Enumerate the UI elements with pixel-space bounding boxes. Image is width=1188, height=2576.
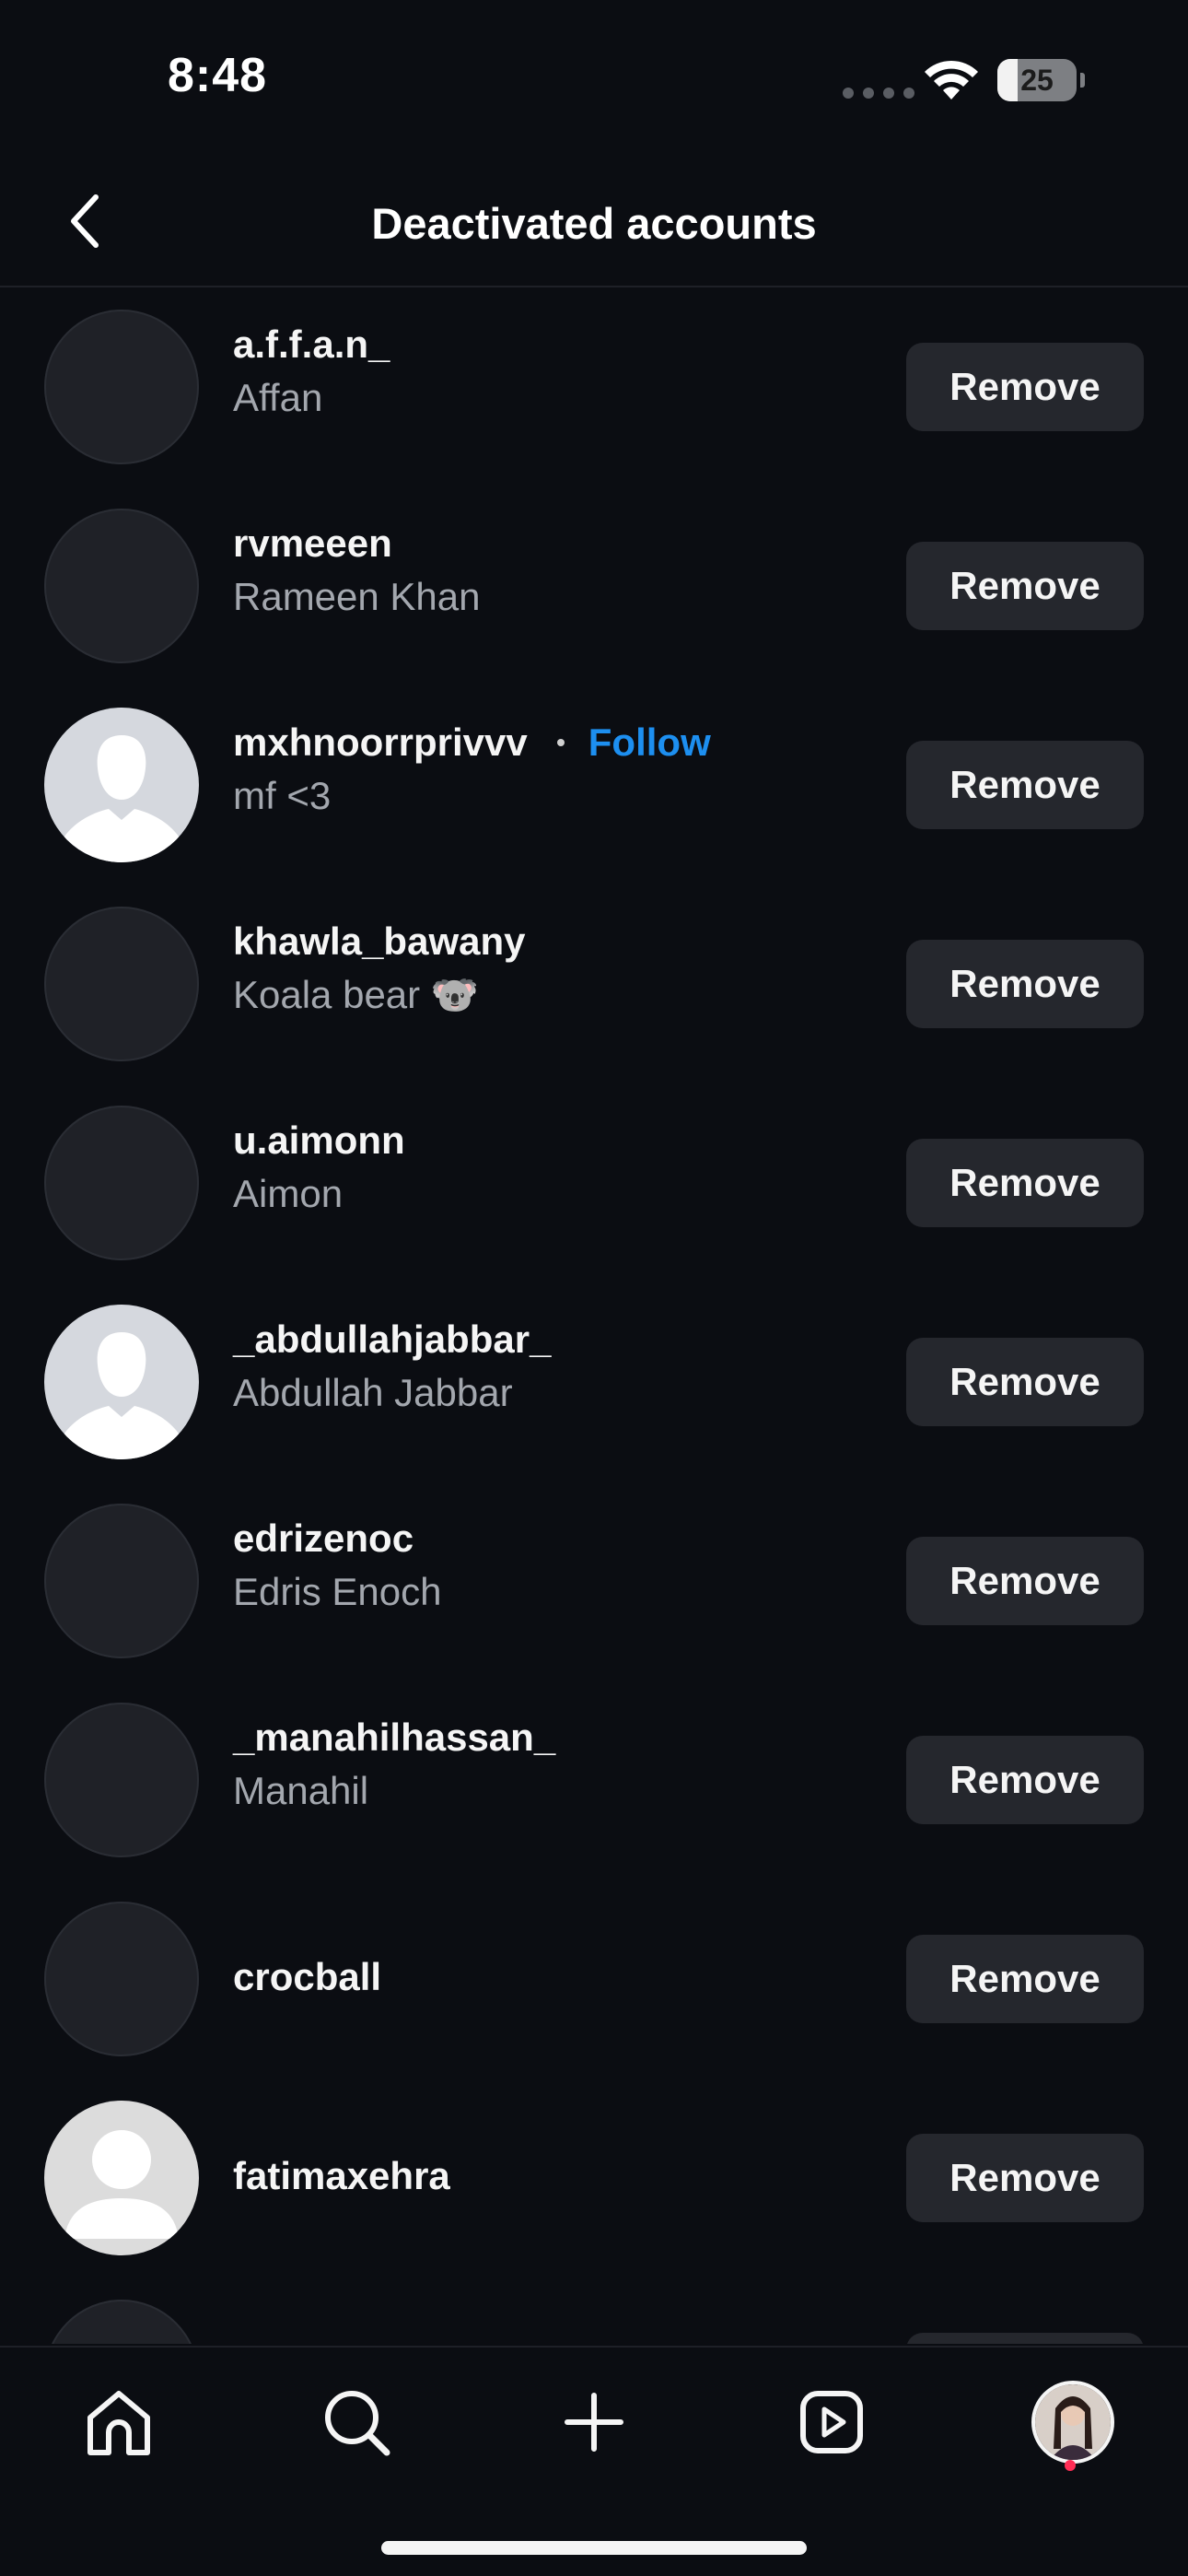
account-avatar[interactable]	[44, 907, 199, 1061]
account-row: _abdullahjabbar_ Abdullah Jabbar Remove	[0, 1282, 1188, 1481]
account-avatar[interactable]	[44, 708, 199, 862]
username-line: u.aimonn	[233, 1118, 405, 1163]
account-avatar[interactable]	[44, 2101, 199, 2255]
account-row: fatimaxehra Remove	[0, 2078, 1188, 2277]
account-fullname: Rameen Khan	[233, 575, 481, 618]
account-username[interactable]: edrizenoc	[233, 1516, 413, 1561]
account-avatar[interactable]	[44, 1305, 199, 1459]
create-icon	[565, 2393, 623, 2452]
account-fullname: Edris Enoch	[233, 1570, 442, 1613]
nav-profile-avatar[interactable]	[1031, 2381, 1114, 2464]
deactivated-accounts-list: a.f.f.a.n_ Affan Remove rvmeeen Rameen Khan R…	[0, 287, 1188, 2344]
account-info: rvmeeen Rameen Khan	[233, 486, 878, 685]
username-line: _manahilhassan_	[233, 1715, 555, 1760]
remove-button[interactable]: Remove	[906, 1537, 1144, 1625]
account-row: khawla_bawany Koala bear 🐨 Remove	[0, 884, 1188, 1083]
account-avatar[interactable]	[44, 1106, 199, 1260]
screen: 8:48 25 Deactivated accounts a.f.f.a.n_ A…	[0, 0, 1188, 2576]
account-fullname: Affan	[233, 376, 323, 419]
account-row: rvmeeen Rameen Khan Remove	[0, 486, 1188, 685]
nav-search-button[interactable]	[315, 2381, 398, 2464]
remove-button[interactable]: Remove	[906, 2134, 1144, 2222]
home-icon	[87, 2391, 150, 2455]
status-bar: 8:48 25	[0, 0, 1188, 157]
remove-button[interactable]: Remove	[906, 1338, 1144, 1426]
username-line: fatimaxehra	[233, 2154, 450, 2198]
account-fullname: Manahil	[233, 1769, 369, 1812]
remove-button[interactable]: Remove	[906, 1139, 1144, 1227]
account-info: _abdullahjabbar_ Abdullah Jabbar	[233, 1282, 878, 1481]
remove-button[interactable]: Remove	[906, 542, 1144, 630]
account-info: a.f.f.a.n_ Affan	[233, 287, 878, 486]
username-line: a.f.f.a.n_	[233, 322, 390, 367]
account-username[interactable]: _manahilhassan_	[233, 1715, 555, 1760]
follow-link[interactable]: Follow	[588, 720, 711, 765]
profile-avatar-icon	[1035, 2384, 1111, 2460]
remove-button[interactable]: Remove	[906, 741, 1144, 829]
account-info: crocball	[233, 1879, 878, 2078]
username-line: mxhnoorrprivvv Follow	[233, 720, 711, 765]
account-row: _manahilhassan_ Manahil Remove	[0, 1680, 1188, 1879]
account-username[interactable]: fatimaxehra	[233, 2154, 450, 2198]
cellular-signal-icon	[843, 88, 914, 99]
account-avatar[interactable]	[44, 1902, 199, 2056]
account-info: edrizenoc Edris Enoch	[233, 1481, 878, 1680]
account-row: fatm.esa Remove	[0, 2277, 1188, 2344]
account-row: mxhnoorrprivvv Follow mf <3 Remove	[0, 685, 1188, 884]
account-row: u.aimonn Aimon Remove	[0, 1083, 1188, 1282]
remove-button[interactable]: Remove	[906, 343, 1144, 431]
account-info: _manahilhassan_ Manahil	[233, 1680, 878, 1879]
account-username[interactable]: a.f.f.a.n_	[233, 322, 390, 367]
reels-icon	[800, 2391, 863, 2453]
username-line: khawla_bawany	[233, 919, 525, 964]
username-line: crocball	[233, 1955, 381, 1999]
account-info: u.aimonn Aimon	[233, 1083, 878, 1282]
battery-percent: 25	[1020, 64, 1054, 97]
remove-button[interactable]: Remove	[906, 1736, 1144, 1824]
account-username[interactable]: crocball	[233, 1955, 381, 1999]
account-username[interactable]: rvmeeen	[233, 521, 392, 566]
account-row: a.f.f.a.n_ Affan Remove	[0, 287, 1188, 486]
account-avatar[interactable]	[44, 1504, 199, 1658]
account-username[interactable]: u.aimonn	[233, 1118, 405, 1163]
account-avatar[interactable]	[44, 2300, 199, 2344]
account-fullname: Koala bear 🐨	[233, 973, 480, 1016]
account-avatar[interactable]	[44, 1703, 199, 1857]
username-line: _abdullahjabbar_	[233, 1317, 551, 1362]
account-info: mxhnoorrprivvv Follow mf <3	[233, 685, 878, 884]
search-icon	[325, 2391, 390, 2456]
account-info: fatimaxehra	[233, 2078, 878, 2277]
nav-home-button[interactable]	[77, 2381, 160, 2464]
wifi-icon	[925, 60, 978, 100]
notification-dot	[1065, 2460, 1076, 2471]
username-line: rvmeeen	[233, 521, 392, 566]
nav-reels-button[interactable]	[790, 2381, 873, 2464]
remove-button[interactable]: Remove	[906, 2333, 1144, 2344]
account-fullname: Aimon	[233, 1172, 344, 1215]
status-time: 8:48	[168, 49, 268, 102]
account-avatar[interactable]	[44, 509, 199, 663]
account-username[interactable]: _abdullahjabbar_	[233, 1317, 551, 1362]
account-row: crocball Remove	[0, 1879, 1188, 2078]
account-avatar[interactable]	[44, 310, 199, 464]
page-title: Deactivated accounts	[371, 199, 817, 248]
remove-button[interactable]: Remove	[906, 940, 1144, 1028]
account-fullname: mf <3	[233, 774, 332, 817]
username-line: edrizenoc	[233, 1516, 413, 1561]
home-indicator[interactable]	[381, 2541, 807, 2555]
account-username[interactable]: khawla_bawany	[233, 919, 525, 964]
nav-create-button[interactable]	[553, 2381, 635, 2464]
separator-dot	[556, 739, 565, 746]
account-fullname: Abdullah Jabbar	[233, 1371, 513, 1414]
account-info: khawla_bawany Koala bear 🐨	[233, 884, 878, 1083]
account-row: edrizenoc Edris Enoch Remove	[0, 1481, 1188, 1680]
header: Deactivated accounts	[0, 157, 1188, 287]
remove-button[interactable]: Remove	[906, 1935, 1144, 2023]
account-username[interactable]: mxhnoorrprivvv	[233, 720, 528, 765]
battery-icon: 25	[997, 59, 1085, 101]
account-info: fatm.esa	[233, 2277, 878, 2344]
